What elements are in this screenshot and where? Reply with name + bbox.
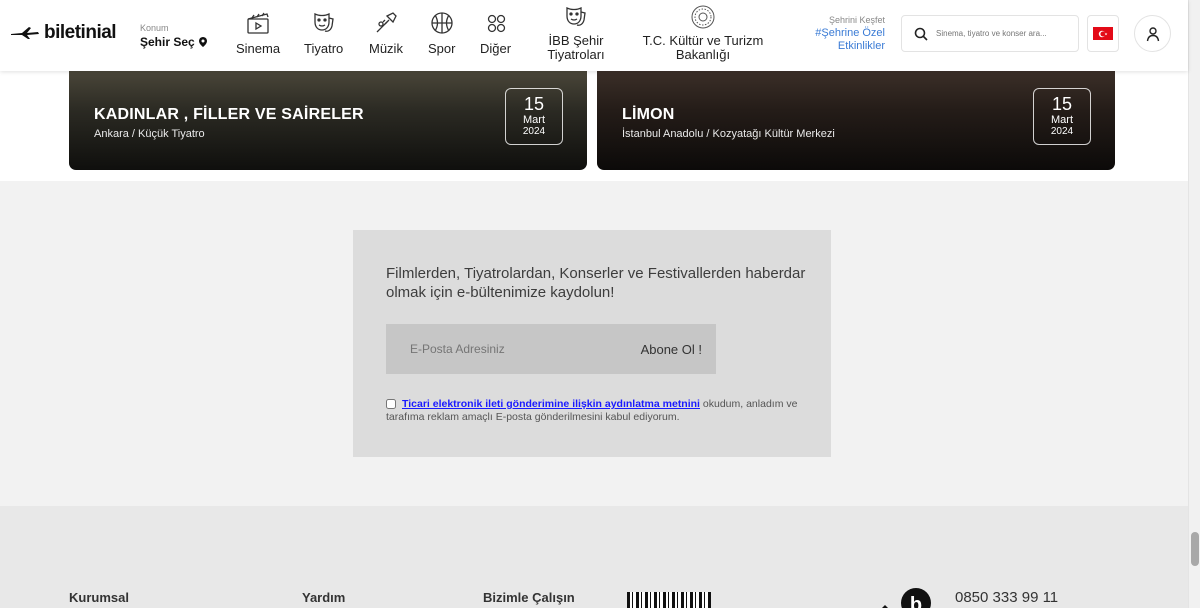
footer-heading-kurumsal: Kurumsal xyxy=(69,590,129,605)
footer-heading-yardim: Yardım xyxy=(302,590,346,605)
phone-number[interactable]: 0850 333 99 11 xyxy=(955,589,1058,606)
page-scrollbar[interactable] xyxy=(1188,0,1200,608)
nav-label: T.C. Kültür ve Turizm Bakanlığı xyxy=(642,33,764,62)
logo[interactable]: biletinial xyxy=(10,22,117,44)
search-icon xyxy=(914,27,928,41)
event-title: LİMON xyxy=(622,106,675,123)
event-date: 15 Mart 2024 xyxy=(1033,88,1091,145)
subscribe-button[interactable]: Abone Ol ! xyxy=(641,342,702,357)
site-footer: Kurumsal Yardım Bizimle Çalışın b 0850 3… xyxy=(0,506,1188,608)
location-label: Konum xyxy=(140,23,169,33)
turkish-flag-icon xyxy=(1093,27,1113,40)
nav-label: Spor xyxy=(428,41,456,56)
user-account-button[interactable] xyxy=(1134,15,1171,52)
nav-kultur-turizm-bakanligi[interactable]: T.C. Kültür ve Turizm Bakanlığı xyxy=(640,4,766,62)
consent-checkbox[interactable] xyxy=(386,399,396,410)
nav-tiyatro[interactable]: Tiyatro xyxy=(304,10,343,56)
theater-masks-icon xyxy=(566,6,586,26)
event-month: Mart xyxy=(1051,114,1073,126)
site-header: biletinial Konum Şehir Seç Sinema Tiyatr… xyxy=(0,0,1188,71)
nav-spor[interactable]: Spor xyxy=(428,10,455,56)
event-year: 2024 xyxy=(522,126,546,137)
event-venue: İstanbul Anadolu / Kozyatağı Kültür Merk… xyxy=(622,128,835,140)
event-title: KADINLAR , FİLLER VE SAİRELER xyxy=(94,106,364,123)
user-icon xyxy=(1146,26,1159,41)
nav-ibb-sehir-tiyatrolari[interactable]: İBB Şehir Tiyatroları xyxy=(545,4,607,62)
event-month: Mart xyxy=(523,114,545,126)
trumpet-icon xyxy=(376,12,397,33)
consent-link[interactable]: Ticari elektronik ileti gönderimine iliş… xyxy=(402,398,700,410)
discover-label: Şehrini Keşfet xyxy=(828,15,885,25)
nav-diger[interactable]: Diğer xyxy=(480,10,511,56)
event-date: 15 Mart 2024 xyxy=(505,88,563,145)
consent-row: Ticari elektronik ileti gönderimine iliş… xyxy=(386,398,806,424)
event-day: 15 xyxy=(523,94,545,114)
email-input[interactable] xyxy=(386,342,606,356)
nav-muzik[interactable]: Müzik xyxy=(369,10,403,56)
nav-label: Tiyatro xyxy=(304,41,344,56)
language-selector[interactable] xyxy=(1087,15,1119,52)
nav-label: Müzik xyxy=(369,41,403,56)
phone-logo-icon: b xyxy=(877,587,935,608)
event-year: 2024 xyxy=(1050,126,1074,137)
event-card[interactable]: LİMON İstanbul Anadolu / Kozyatağı Kültü… xyxy=(597,71,1115,170)
nav-label: Diğer xyxy=(480,41,512,56)
scrollbar-thumb[interactable] xyxy=(1191,532,1199,566)
discover-city[interactable]: Şehrini Keşfet #Şehrine Özel Etkinlikler xyxy=(805,15,885,53)
event-card[interactable]: KADINLAR , FİLLER VE SAİRELER Ankara / K… xyxy=(69,71,587,170)
location-pin-icon xyxy=(198,37,207,47)
newsletter-form: Abone Ol ! xyxy=(386,324,716,374)
theater-masks-icon xyxy=(313,12,334,32)
location-value: Şehir Seç xyxy=(140,35,195,49)
grid-circles-icon xyxy=(487,14,505,33)
footer-heading-bizimle-calisin: Bizimle Çalışın xyxy=(483,590,575,605)
nav-label: İBB Şehir Tiyatroları xyxy=(547,33,605,62)
newsletter-title: Filmlerden, Tiyatrolardan, Konserler ve … xyxy=(386,265,806,301)
nav-sinema[interactable]: Sinema xyxy=(236,10,280,56)
ministry-seal-icon xyxy=(691,5,715,29)
search-box[interactable] xyxy=(901,15,1079,52)
search-input[interactable] xyxy=(936,29,1066,38)
location-selector[interactable]: Konum Şehir Seç xyxy=(140,23,207,49)
qr-code-icon xyxy=(627,592,711,608)
event-venue: Ankara / Küçük Tiyatro xyxy=(94,128,205,140)
basketball-icon xyxy=(431,12,453,34)
city-events-link[interactable]: #Şehrine Özel Etkinlikler xyxy=(805,27,885,53)
clapperboard-icon xyxy=(247,12,269,34)
nav-label: Sinema xyxy=(236,41,281,56)
logo-text: biletinial xyxy=(44,22,117,43)
event-day: 15 xyxy=(1051,94,1073,114)
newsletter-box: Filmlerden, Tiyatrolardan, Konserler ve … xyxy=(353,230,831,457)
svg-text:b: b xyxy=(910,594,922,608)
plane-logo-icon xyxy=(11,27,39,39)
